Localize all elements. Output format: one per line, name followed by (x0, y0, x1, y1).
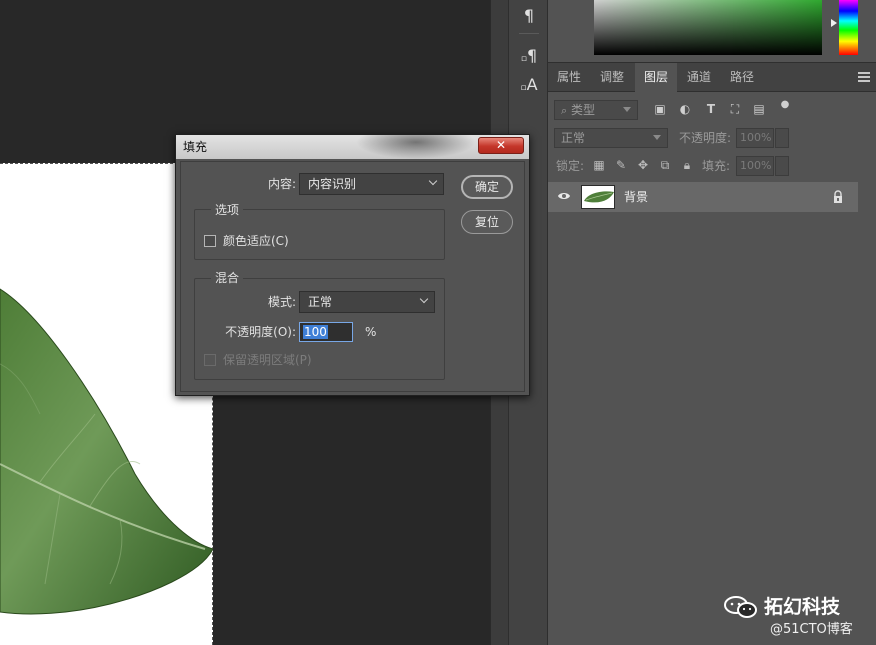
color-adapt-checkbox[interactable] (204, 235, 216, 247)
opacity-slider-button[interactable] (775, 128, 789, 148)
layer-filter-row: ⌕ 类型 ▣ ◐ T ⛶ ▤ ● (548, 98, 876, 126)
layer-thumbnail-image (584, 191, 614, 203)
chevron-down-icon (428, 176, 438, 186)
wechat-icon (724, 596, 757, 618)
opacity-label: 不透明度: (679, 131, 732, 145)
opacity-value: 100 (303, 325, 328, 339)
close-button[interactable]: ✕ (478, 137, 524, 154)
lock-row: 锁定: ▦ ✎ ✥ ⧉ 🔒︎ 填充: 100% (548, 154, 876, 182)
tool-separator (519, 33, 539, 34)
panel-menu-icon[interactable] (858, 72, 870, 82)
character-style-icon[interactable]: ▫ A (517, 72, 541, 96)
right-panel: 属性 调整 图层 通道 路径 ⌕ 类型 ▣ ◐ T ⛶ ▤ ● 正常 不透明度:… (548, 0, 876, 645)
fill-slider-button[interactable] (775, 156, 789, 176)
fill-dialog: 填充 ✕ 内容: 内容识别 确定 复位 选项 颜色适应(C) 混合 模式: 正常… (175, 134, 530, 396)
text-filter-icon[interactable]: T (704, 102, 718, 116)
image-filter-icon[interactable]: ▣ (653, 102, 667, 116)
layer-thumbnail[interactable] (581, 185, 615, 209)
tab-paths[interactable]: 路径 (721, 63, 763, 92)
paragraph-style-icon[interactable]: ▫ ¶ (517, 43, 541, 67)
lock-label: 锁定: (556, 159, 585, 173)
fill-label: 填充: (702, 159, 731, 173)
opacity-input[interactable]: 100 (299, 322, 353, 342)
panel-tabs: 属性 调整 图层 通道 路径 (548, 62, 876, 92)
lock-position-icon[interactable]: ✥ (636, 158, 650, 172)
blend-row: 正常 不透明度: 100% (548, 126, 876, 154)
lock-svg (834, 190, 842, 203)
layer-name[interactable]: 背景 (624, 182, 648, 212)
lock-transparent-pixels-icon[interactable]: ▦ (592, 158, 606, 172)
chevron-down-icon (419, 294, 429, 304)
paragraph-style-glyph: ¶ (526, 45, 538, 65)
tab-layers[interactable]: 图层 (635, 63, 677, 92)
fill-input[interactable]: 100% (736, 156, 774, 176)
opacity-label: 不透明度(O): (225, 325, 296, 339)
options-group-title: 选项 (211, 202, 244, 218)
paragraph-icon[interactable]: ¶ (517, 3, 541, 27)
ok-button[interactable]: 确定 (461, 175, 513, 199)
mode-label: 模式: (267, 295, 296, 309)
tab-channels[interactable]: 通道 (677, 63, 721, 92)
content-label: 内容: (267, 177, 296, 191)
color-picker-panel (548, 0, 876, 62)
shape-filter-icon[interactable]: ⛶ (728, 102, 742, 116)
mode-select[interactable]: 正常 (299, 291, 435, 313)
character-style-glyph: A (526, 74, 538, 94)
tab-adjustments[interactable]: 调整 (590, 63, 634, 92)
dialog-body: 内容: 内容识别 确定 复位 选项 颜色适应(C) 混合 模式: 正常 不透明度… (180, 161, 525, 392)
layer-lock-icon (832, 190, 844, 204)
color-adapt-label[interactable]: 颜色适应(C) (223, 231, 289, 251)
color-field[interactable] (594, 0, 822, 55)
blending-group-title: 混合 (211, 270, 244, 286)
mode-value: 正常 (308, 295, 333, 309)
hue-slider-arrow-icon[interactable] (831, 19, 837, 27)
search-icon: ⌕ (561, 104, 568, 117)
layer-row[interactable]: 背景 (548, 182, 858, 212)
opacity-unit: % (365, 325, 377, 339)
lock-image-pixels-icon[interactable]: ✎ (614, 158, 628, 172)
preserve-transparency-label: 保留透明区域(P) (223, 353, 312, 367)
tab-properties[interactable]: 属性 (548, 63, 590, 92)
adjustment-filter-icon[interactable]: ◐ (678, 102, 692, 116)
smart-object-filter-icon[interactable]: ▤ (752, 102, 766, 116)
close-icon: ✕ (495, 138, 507, 152)
dialog-title: 填充 (183, 140, 208, 154)
blend-mode-value: 正常 (561, 131, 586, 145)
lock-artboard-icon[interactable]: ⧉ (658, 158, 672, 172)
chevron-down-icon (623, 107, 631, 112)
dialog-titlebar[interactable]: 填充 ✕ (176, 135, 529, 159)
eye-svg (558, 193, 570, 199)
watermark-credit: @51CTO博客 (770, 622, 853, 637)
content-value: 内容识别 (308, 177, 357, 191)
lock-all-icon[interactable]: 🔒︎ (680, 158, 694, 172)
hue-slider[interactable] (839, 0, 858, 55)
chevron-down-icon (653, 135, 661, 140)
content-select[interactable]: 内容识别 (299, 173, 444, 195)
layer-filter-kind: 类型 (571, 103, 596, 117)
blend-mode-select[interactable]: 正常 (554, 128, 668, 148)
filter-toggle-icon[interactable]: ● (778, 98, 792, 112)
reset-button[interactable]: 复位 (461, 210, 513, 234)
preserve-transparency-checkbox[interactable] (204, 354, 216, 366)
layer-filter-select[interactable]: ⌕ 类型 (554, 100, 638, 120)
eye-icon[interactable] (556, 190, 572, 204)
opacity-input[interactable]: 100% (736, 128, 774, 148)
